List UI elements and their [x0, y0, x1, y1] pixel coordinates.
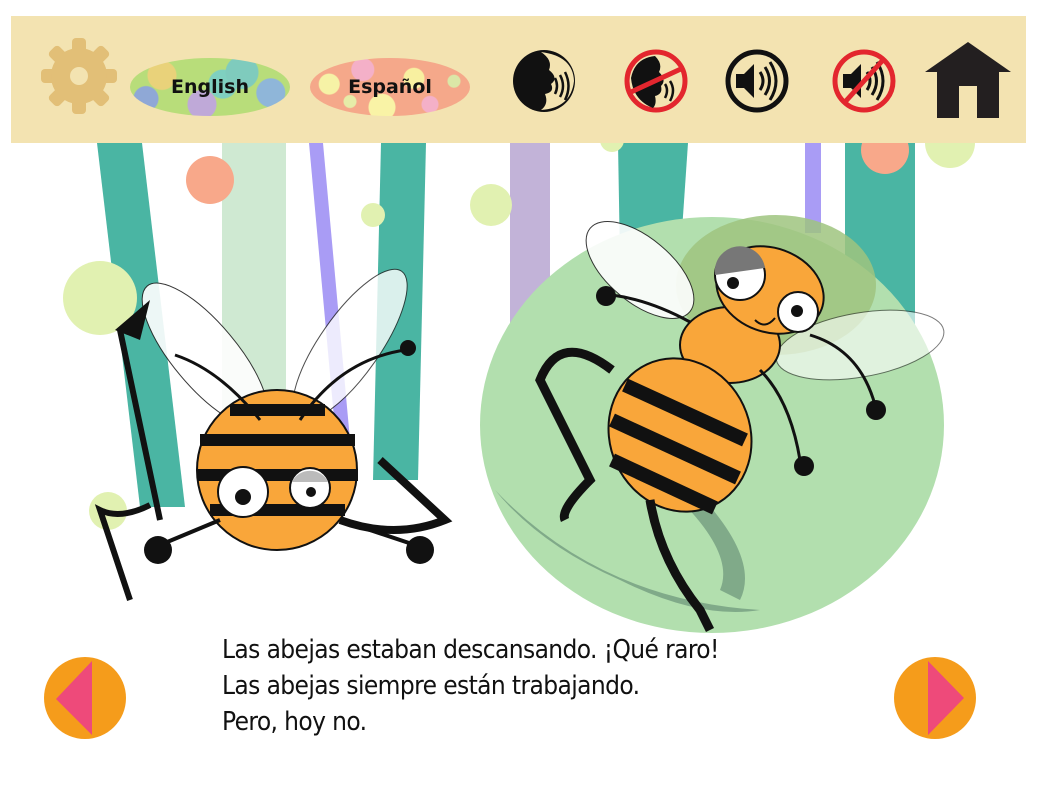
story-line: Las abejas estaban descansando. ¡Qué rar…: [222, 635, 719, 665]
next-page-icon: [894, 657, 976, 739]
sound-on-icon: [725, 49, 789, 113]
gear-icon: [41, 38, 117, 114]
narration-on-icon: [513, 50, 575, 112]
home-icon: [925, 42, 1011, 118]
narration-off-icon: [624, 49, 688, 113]
settings-button[interactable]: [39, 36, 119, 116]
language-english-label: English: [171, 76, 249, 98]
story-line: Las abejas siempre están trabajando.: [222, 671, 640, 701]
language-spanish-button[interactable]: Español: [310, 58, 470, 116]
story-line: Pero, hoy no.: [222, 707, 367, 737]
sound-off-icon: [832, 49, 896, 113]
top-toolbar: English Español: [11, 16, 1026, 143]
language-spanish-label: Español: [348, 76, 432, 98]
language-english-button[interactable]: English: [130, 58, 290, 116]
narration-off-button[interactable]: [623, 48, 689, 114]
next-page-button[interactable]: [894, 657, 976, 739]
story-text: Las abejas estaban descansando. ¡Qué rar…: [222, 632, 862, 740]
sound-on-button[interactable]: [724, 48, 790, 114]
previous-page-icon: [44, 657, 126, 739]
previous-page-button[interactable]: [44, 657, 126, 739]
sound-off-button[interactable]: [831, 48, 897, 114]
narration-on-button[interactable]: [511, 48, 577, 114]
home-button[interactable]: [923, 40, 1013, 120]
